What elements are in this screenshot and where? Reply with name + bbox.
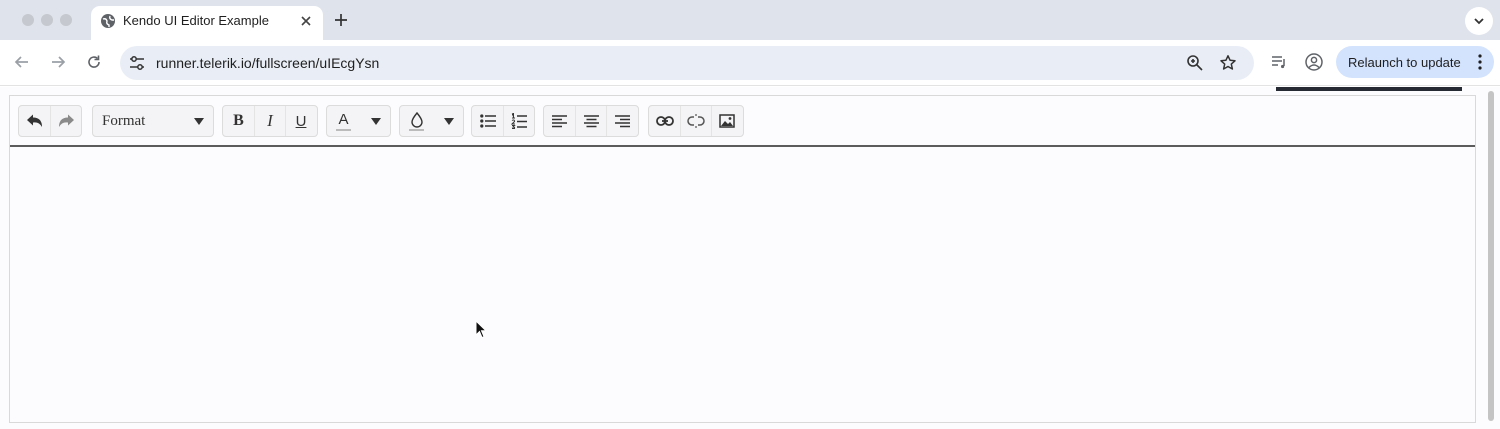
mouse-cursor-icon: [475, 320, 487, 339]
align-left-icon: [552, 114, 567, 127]
back-icon[interactable]: [12, 52, 32, 72]
tab-title: Kendo UI Editor Example: [123, 13, 269, 28]
list-group: [471, 105, 535, 137]
close-icon[interactable]: [297, 12, 315, 30]
undo-icon: [26, 114, 42, 127]
url-text[interactable]: runner.telerik.io/fullscreen/uIEcgYsn: [156, 55, 379, 71]
alignment-group: [543, 105, 639, 137]
align-right-button[interactable]: [606, 106, 637, 136]
fore-color-dropdown[interactable]: [360, 106, 391, 136]
insert-group: [648, 105, 744, 137]
underline-icon: U: [295, 112, 307, 130]
fore-color-swatch: [336, 128, 351, 131]
browser-toolbar: runner.telerik.io/fullscreen/uIEcgYsn Re…: [0, 40, 1500, 86]
bullet-list-icon: [479, 114, 496, 128]
align-center-icon: [583, 114, 599, 127]
globe-icon: [101, 14, 115, 28]
back-color-swatch: [409, 128, 424, 131]
page-content: Format B I U A: [0, 87, 1500, 429]
back-color-button[interactable]: [400, 106, 433, 136]
address-bar[interactable]: runner.telerik.io/fullscreen/uIEcgYsn: [120, 46, 1254, 80]
numbered-list-icon: [511, 113, 527, 129]
unlink-icon: [687, 114, 705, 128]
bold-icon: B: [233, 112, 244, 129]
window-minimize-button[interactable]: [41, 14, 53, 26]
format-dropdown[interactable]: Format: [92, 105, 214, 137]
format-value: Format: [102, 113, 146, 129]
redo-icon: [59, 114, 74, 127]
align-left-button[interactable]: [544, 106, 575, 136]
star-icon[interactable]: [1219, 54, 1237, 72]
page-header-fragment: [1276, 87, 1462, 91]
window-maximize-button[interactable]: [60, 14, 72, 26]
back-color-dropdown[interactable]: [433, 106, 464, 136]
dropdown-arrow-icon: [194, 118, 204, 125]
tab-strip: Kendo UI Editor Example: [0, 0, 1500, 40]
insert-image-button[interactable]: [711, 106, 742, 136]
browser-tab[interactable]: Kendo UI Editor Example: [91, 6, 323, 40]
profile-icon[interactable]: [1304, 52, 1324, 72]
link-button[interactable]: [649, 106, 680, 136]
chevron-down-icon: [1474, 18, 1484, 25]
back-color-icon: [410, 111, 423, 128]
page-scrollbar[interactable]: [1488, 91, 1494, 421]
align-right-icon: [614, 114, 630, 127]
fore-color-icon: A: [338, 110, 349, 128]
undo-button[interactable]: [19, 106, 50, 136]
more-vert-icon[interactable]: [1478, 54, 1482, 70]
dropdown-arrow-icon: [370, 117, 381, 125]
align-center-button[interactable]: [575, 106, 606, 136]
redo-button[interactable]: [50, 106, 81, 136]
media-icon[interactable]: [1269, 52, 1289, 72]
bullet-list-button[interactable]: [472, 106, 503, 136]
text-style-group: B I U: [222, 105, 318, 137]
back-color-picker[interactable]: [399, 105, 464, 137]
plus-icon[interactable]: [331, 10, 351, 30]
italic-icon: I: [267, 111, 273, 130]
numbered-list-button[interactable]: [503, 106, 534, 136]
zoom-icon[interactable]: [1186, 54, 1204, 72]
unlink-button[interactable]: [680, 106, 711, 136]
window-close-button[interactable]: [22, 14, 34, 26]
fore-color-button[interactable]: A: [327, 106, 360, 136]
kendo-editor: Format B I U A: [9, 95, 1476, 423]
forward-icon[interactable]: [48, 52, 68, 72]
relaunch-button[interactable]: Relaunch to update: [1336, 46, 1494, 78]
italic-button[interactable]: I: [254, 106, 285, 136]
tune-icon[interactable]: [128, 54, 146, 72]
relaunch-label: Relaunch to update: [1348, 55, 1461, 70]
dropdown-arrow-icon: [443, 117, 454, 125]
underline-button[interactable]: U: [285, 106, 316, 136]
fore-color-picker[interactable]: A: [326, 105, 391, 137]
tab-search-button[interactable]: [1465, 7, 1493, 35]
editor-toolbar: Format B I U A: [10, 96, 1475, 147]
bold-button[interactable]: B: [223, 106, 254, 136]
link-icon: [655, 116, 674, 126]
editor-content-area[interactable]: [10, 149, 1475, 422]
reload-icon[interactable]: [84, 52, 104, 72]
image-icon: [719, 114, 735, 128]
history-group: [18, 105, 82, 137]
